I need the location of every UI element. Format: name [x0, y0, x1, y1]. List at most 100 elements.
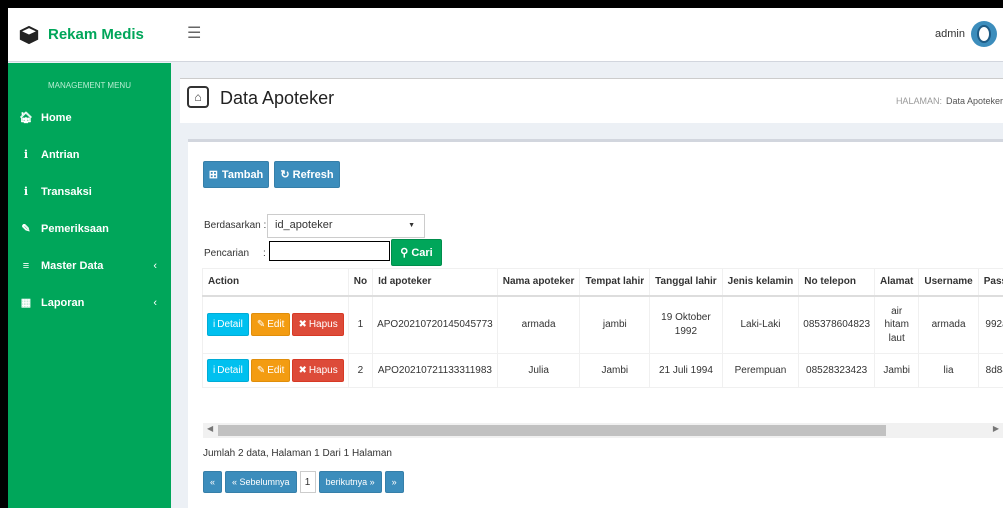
- sidebar-item-transaksi[interactable]: i Transaksi: [8, 173, 171, 210]
- filter-by-select[interactable]: id_apoteker ▼: [267, 214, 425, 238]
- info-icon: i: [23, 185, 29, 198]
- home-icon: 🏠︎: [19, 112, 33, 124]
- prev-page-button[interactable]: « Sebelumnya: [225, 471, 297, 493]
- logo-bar[interactable]: Rekam Medis: [8, 8, 171, 62]
- cell-jk: Laki-Laki: [721, 295, 800, 354]
- sidebar-item-label: Laporan: [41, 296, 85, 309]
- user-name: admin: [935, 28, 965, 40]
- table-row: i Detail ✎ Edit ✖ Hapus 2 APO20210721133311…: [202, 353, 1003, 388]
- sidebar-item-home[interactable]: 🏠︎ Home: [8, 99, 171, 136]
- action-cell: i Detail ✎ Edit ✖ Hapus: [202, 353, 349, 388]
- app-name: Rekam Medis: [48, 26, 144, 43]
- col-password: Passw: [977, 268, 1003, 297]
- table-row: i Detail ✎ Edit ✖ Hapus 1 APO20210720145045…: [202, 295, 1003, 354]
- last-page-button[interactable]: »: [384, 471, 404, 493]
- refresh-icon: ↻: [280, 169, 290, 181]
- next-page-button[interactable]: berikutnya »: [318, 471, 382, 493]
- sidebar-item-label: Transaksi: [41, 185, 92, 198]
- search-separator: :: [263, 248, 266, 259]
- action-cell: i Detail ✎ Edit ✖ Hapus: [202, 295, 349, 354]
- sidebar-item-label: Pemeriksaan: [41, 222, 109, 235]
- add-button[interactable]: ⊞ Tambah: [203, 161, 269, 188]
- col-no: No: [347, 268, 374, 297]
- cell-tanggal: 19 Oktober 1992: [649, 295, 723, 354]
- cell-id: APO20210720145045773: [372, 295, 498, 354]
- plus-icon: ⊞: [208, 169, 218, 181]
- sidebar-item-pemeriksaan[interactable]: ✎ Pemeriksaan: [8, 210, 171, 247]
- col-tanggal: Tanggal lahir: [649, 268, 723, 297]
- sidebar-item-master-data[interactable]: ≡ Master Data ‹: [8, 247, 171, 284]
- detail-button[interactable]: i Detail: [207, 359, 249, 382]
- cell-username: armada: [918, 295, 979, 354]
- horizontal-scrollbar[interactable]: ◀ ▶: [203, 423, 1003, 438]
- search-button[interactable]: ⚲ Cari: [391, 239, 442, 266]
- first-page-button[interactable]: «: [203, 471, 223, 493]
- search-input[interactable]: [269, 241, 390, 261]
- edit-button[interactable]: ✎ Edit: [250, 359, 291, 382]
- table-header-row: Action No Id apoteker Nama apoteker Temp…: [202, 268, 1003, 297]
- cell-no: 1: [347, 295, 374, 354]
- data-summary: Jumlah 2 data, Halaman 1 Dari 1 Halaman: [203, 448, 392, 459]
- cell-jk: Perempuan: [721, 353, 800, 388]
- search-icon: ⚲: [400, 247, 409, 259]
- col-username: Username: [918, 268, 979, 297]
- content-header: ⌂ Data Apoteker HALAMAN: Data Apoteker: [180, 78, 1003, 123]
- sidebar-item-label: Antrian: [41, 148, 80, 161]
- sidebar-item-label: Home: [41, 111, 72, 124]
- calendar-icon: ▦: [20, 297, 32, 309]
- cell-tempat: jambi: [579, 295, 651, 354]
- hamburger-icon[interactable]: ☰: [187, 26, 201, 42]
- cell-nama: Julia: [496, 353, 581, 388]
- user-menu[interactable]: admin: [935, 21, 997, 47]
- sidebar-item-laporan[interactable]: ▦ Laporan ‹: [8, 284, 171, 321]
- scrollbar-thumb[interactable]: [218, 425, 886, 436]
- chevron-left-icon: ‹: [153, 259, 157, 272]
- edit-icon: ✎: [21, 223, 31, 235]
- cell-no: 2: [347, 353, 374, 388]
- cell-telp: 085378604823: [798, 295, 876, 354]
- home-icon[interactable]: ⌂: [187, 86, 209, 108]
- col-telp: No telepon: [798, 268, 876, 297]
- sidebar-item-antrian[interactable]: i Antrian: [8, 136, 171, 173]
- col-id: Id apoteker: [372, 268, 498, 297]
- sidebar-item-label: Master Data: [41, 259, 104, 272]
- cell-password: 992a6: [977, 295, 1003, 354]
- database-icon: ≡: [22, 259, 30, 272]
- breadcrumb-label: HALAMAN:: [895, 96, 942, 106]
- info-icon: i: [23, 148, 29, 161]
- cell-nama: armada: [496, 295, 581, 354]
- current-page[interactable]: 1: [299, 471, 316, 493]
- chevron-left-icon: ‹: [153, 296, 157, 309]
- cell-telp: 08528323423: [798, 353, 876, 388]
- pagination: « « Sebelumnya 1 berikutnya » »: [203, 471, 404, 493]
- menu-header: MANAGEMENT MENU: [48, 81, 131, 90]
- cube-logo-icon: [19, 25, 39, 44]
- detail-button[interactable]: i Detail: [207, 313, 249, 337]
- apoteker-table: Action No Id apoteker Nama apoteker Temp…: [202, 268, 1003, 388]
- col-alamat: Alamat: [874, 268, 920, 297]
- app-frame: Rekam Medis ☰ admin MANAGEMENT MENU 🏠︎ H…: [8, 8, 1003, 508]
- col-nama: Nama apoteker: [496, 268, 581, 297]
- col-jk: Jenis kelamin: [721, 268, 800, 297]
- cell-alamat: Jambi: [874, 353, 920, 388]
- edit-button[interactable]: ✎ Edit: [250, 313, 291, 337]
- cell-tempat: Jambi: [579, 353, 651, 388]
- caret-down-icon: ▼: [408, 222, 415, 229]
- sidebar: MANAGEMENT MENU 🏠︎ Home i Antrian i Tran…: [8, 63, 171, 508]
- breadcrumb-current[interactable]: Data Apoteker: [946, 96, 1003, 106]
- col-action: Action: [202, 268, 349, 297]
- data-box: ⊞ Tambah ↻ Refresh Berdasarkan : id_apot…: [188, 139, 1003, 508]
- cell-id: APO20210721133311983: [372, 353, 498, 388]
- top-navbar: ☰ admin: [171, 8, 1003, 62]
- cell-password: 8d84c: [977, 353, 1003, 388]
- scroll-left-icon[interactable]: ◀: [207, 424, 213, 433]
- search-label: Pencarian: [204, 248, 250, 259]
- page-title: Data Apoteker: [220, 88, 335, 108]
- delete-button[interactable]: ✖ Hapus: [292, 313, 344, 337]
- scroll-right-icon[interactable]: ▶: [993, 424, 999, 433]
- cell-alamat: air hitam laut: [874, 295, 920, 354]
- refresh-button[interactable]: ↻ Refresh: [274, 161, 340, 188]
- cell-username: lia: [918, 353, 979, 388]
- breadcrumb: HALAMAN: Data Apoteker: [896, 96, 1003, 106]
- delete-button[interactable]: ✖ Hapus: [292, 359, 344, 382]
